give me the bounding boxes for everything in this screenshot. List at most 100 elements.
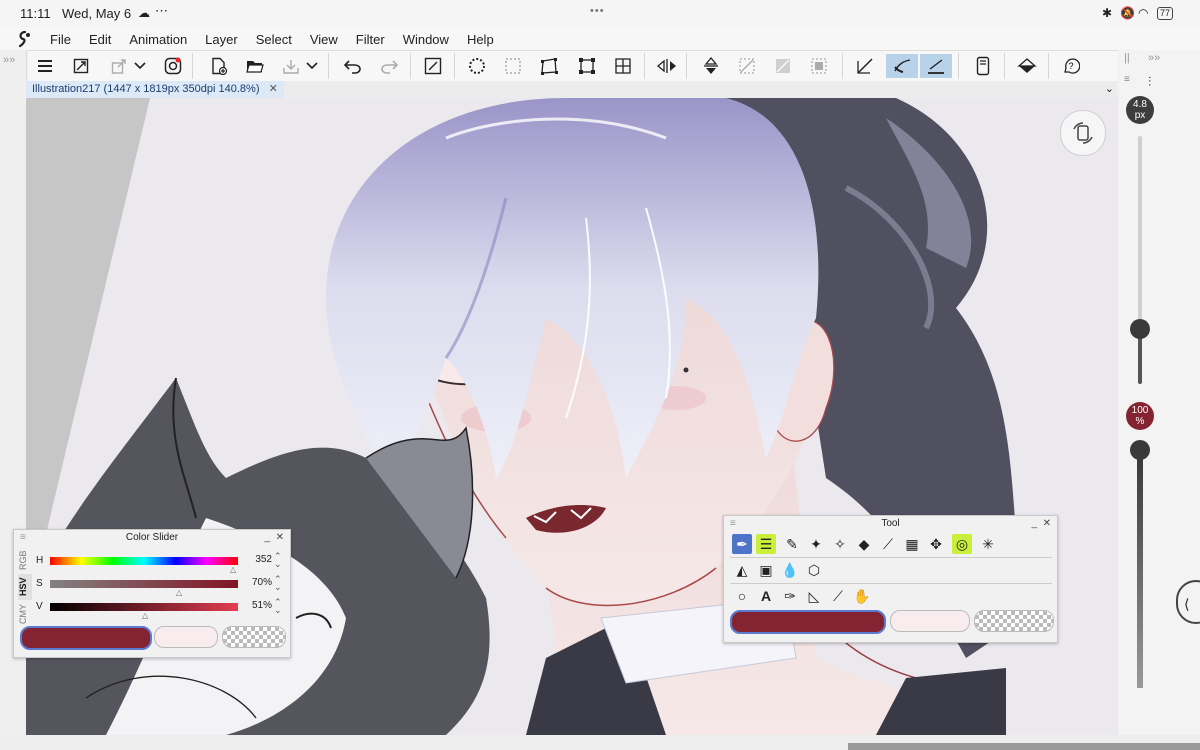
edge-panel-handle-icon[interactable]: ⟨	[1176, 580, 1200, 624]
menu-hamburger-icon[interactable]	[32, 54, 58, 78]
ruler-snap-icon[interactable]	[852, 54, 878, 78]
hue-stepper-icon[interactable]: ⌃ ⌄	[274, 552, 282, 569]
eraser-tool-icon[interactable]: ◆	[854, 534, 874, 554]
hand-tool-icon[interactable]: ✋	[852, 586, 872, 606]
companion-icon[interactable]	[160, 54, 186, 78]
invert-selection-icon[interactable]	[500, 54, 526, 78]
minimize-icon[interactable]: _	[1031, 516, 1037, 531]
rotate-canvas-icon[interactable]	[1060, 110, 1106, 156]
clear-icon[interactable]	[734, 54, 760, 78]
tool-transparent-swatch[interactable]	[974, 610, 1054, 632]
ruler-tool-icon[interactable]: ◺	[804, 586, 824, 606]
tool-panel-titlebar[interactable]: ≡ Tool _ ✕	[724, 516, 1057, 531]
text-tool-icon[interactable]: A	[756, 586, 776, 606]
fill-tool-icon[interactable]: ◭	[732, 560, 752, 580]
menu-window[interactable]: Window	[403, 32, 449, 47]
minimize-icon[interactable]: _	[264, 530, 270, 545]
tool-property-icon[interactable]: ⫶	[1148, 74, 1151, 90]
move-tool-icon[interactable]: ✥	[926, 534, 946, 554]
deselect-icon[interactable]	[464, 54, 490, 78]
value-value[interactable]: 51%	[242, 600, 272, 611]
saturation-value[interactable]: 70%	[242, 577, 272, 588]
menu-layer[interactable]: Layer	[205, 32, 238, 47]
hamburger-small-icon[interactable]: ≡	[1124, 74, 1130, 85]
close-tab-icon[interactable]: ✕	[269, 83, 278, 95]
eyedropper-tool-icon[interactable]: ⟋	[878, 534, 898, 554]
tab-list-chevron-icon[interactable]: ⌄	[1105, 82, 1114, 95]
menu-file[interactable]: File	[50, 32, 71, 47]
flip-vertical-icon[interactable]	[698, 54, 724, 78]
multitask-dots[interactable]: •••	[590, 5, 605, 17]
saturation-stepper-icon[interactable]: ⌃ ⌄	[274, 575, 282, 592]
tool-main-color-swatch[interactable]	[730, 610, 886, 634]
collapse-right-icon[interactable]: ||	[1124, 52, 1130, 64]
mode-tab-rgb[interactable]: RGB	[18, 548, 32, 572]
open-folder-icon[interactable]	[242, 54, 268, 78]
canvas-settings-icon[interactable]	[420, 54, 446, 78]
app-logo-icon[interactable]	[8, 30, 42, 48]
color-slider-titlebar[interactable]: ≡ Color Slider _ ✕	[14, 530, 290, 545]
sub-color-swatch[interactable]	[154, 626, 218, 648]
brush-size-slider[interactable]	[1130, 136, 1150, 384]
3d-object-tool-icon[interactable]: ⬡	[804, 560, 824, 580]
save-icon[interactable]	[278, 54, 304, 78]
decoration-tool-icon[interactable]: ✧	[830, 534, 850, 554]
magic-wand-tool-icon[interactable]: ✳	[978, 534, 998, 554]
tool-sub-color-swatch[interactable]	[890, 610, 970, 632]
expand-right-icon[interactable]: »»	[1148, 52, 1160, 64]
brush-size-knob[interactable]	[1130, 319, 1150, 340]
value-slider[interactable]	[50, 603, 238, 611]
panel-grip-icon[interactable]: ≡	[20, 530, 26, 545]
panel-grip-icon[interactable]: ≡	[730, 516, 736, 531]
transform-icon[interactable]	[536, 54, 562, 78]
brush-tool-icon[interactable]: ✎	[782, 534, 802, 554]
fullscreen-icon[interactable]	[68, 54, 94, 78]
mesh-transform-icon[interactable]	[610, 54, 636, 78]
snap-grid-icon[interactable]	[920, 54, 952, 78]
close-panel-icon[interactable]: ✕	[276, 530, 284, 545]
menu-filter[interactable]: Filter	[356, 32, 385, 47]
bottom-panel-handle[interactable]	[848, 743, 1200, 750]
value-stepper-icon[interactable]: ⌃ ⌄	[274, 598, 282, 615]
close-panel-icon[interactable]: ✕	[1043, 516, 1051, 531]
share-icon[interactable]	[106, 54, 132, 78]
menu-help[interactable]: Help	[467, 32, 494, 47]
menu-view[interactable]: View	[310, 32, 338, 47]
help-icon[interactable]: ?	[1058, 54, 1084, 78]
hatching-tool-icon[interactable]: ☰	[756, 534, 776, 554]
flip-horizontal-icon[interactable]	[654, 54, 680, 78]
hue-value[interactable]: 352	[242, 554, 272, 565]
transparent-color-swatch[interactable]	[222, 626, 286, 648]
edge-keyboard-icon[interactable]	[970, 54, 996, 78]
brush-opacity-slider[interactable]	[1130, 440, 1150, 688]
pen-tool-icon[interactable]: ✒	[732, 534, 752, 554]
menu-select[interactable]: Select	[256, 32, 292, 47]
sparkle-tool-icon[interactable]: ✦	[806, 534, 826, 554]
document-tab[interactable]: Illustration217 (1447 x 1819px 350dpi 14…	[26, 81, 284, 98]
blend-tool-icon[interactable]: 💧	[780, 560, 800, 580]
correct-line-tool-icon[interactable]: ⟋	[828, 586, 848, 606]
vector-pen-tool-icon[interactable]: ✑	[780, 586, 800, 606]
hue-slider[interactable]	[50, 557, 238, 565]
save-chevron-down-icon[interactable]	[304, 54, 320, 78]
redo-icon[interactable]	[376, 54, 402, 78]
lasso-tool-icon[interactable]: ◎	[952, 534, 972, 554]
mode-tab-hsv[interactable]: HSV	[18, 574, 32, 600]
chevron-down-icon[interactable]	[132, 54, 148, 78]
brush-opacity-knob[interactable]	[1130, 440, 1150, 460]
main-color-swatch[interactable]	[20, 626, 152, 650]
saturation-slider[interactable]	[50, 580, 238, 588]
snap-special-ruler-icon[interactable]	[886, 54, 918, 78]
clear-outside-icon[interactable]	[770, 54, 796, 78]
figure-tool-icon[interactable]: ○	[732, 586, 752, 606]
mode-tab-cmy[interactable]: CMY	[18, 602, 32, 626]
new-file-icon[interactable]	[206, 54, 232, 78]
frame-tool-icon[interactable]: ▦	[902, 534, 922, 554]
menu-edit[interactable]: Edit	[89, 32, 111, 47]
undo-icon[interactable]	[340, 54, 366, 78]
expand-left-icon[interactable]: »»	[3, 54, 15, 66]
color-fill-icon[interactable]	[1014, 54, 1040, 78]
saturation-marker-icon[interactable]: △	[176, 588, 182, 597]
menu-animation[interactable]: Animation	[129, 32, 187, 47]
fill-selection-icon[interactable]	[806, 54, 832, 78]
